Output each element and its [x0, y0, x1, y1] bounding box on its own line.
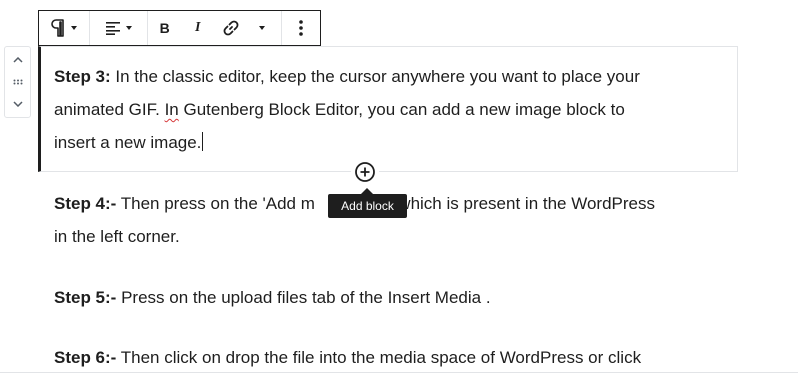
move-down-button[interactable]	[8, 95, 28, 113]
step-4-label: Step 4:-	[54, 194, 117, 213]
step-6-label: Step 6:-	[54, 348, 117, 367]
step-4-line2: in the left corner.	[54, 227, 180, 246]
more-formatting-dropdown[interactable]	[247, 11, 277, 45]
step-5-text: Press on the upload files tab of the Ins…	[116, 288, 491, 307]
link-icon	[223, 20, 239, 36]
step-4-text-b: ion which is present in the WordPress	[370, 194, 655, 213]
divider	[0, 372, 798, 373]
paragraph-icon	[51, 19, 65, 37]
chevron-up-icon	[12, 57, 23, 63]
step-3-line3: insert a new image.	[54, 133, 202, 152]
drag-handle[interactable]	[8, 73, 28, 91]
add-block-tooltip: Add block	[328, 188, 407, 218]
step-3-line2-pre: animated GIF.	[54, 100, 165, 119]
italic-icon: I	[194, 20, 201, 35]
bold-icon: B	[159, 20, 170, 36]
step-3-text: In the classic editor, keep the cursor a…	[110, 67, 640, 86]
paragraph-step-6[interactable]: Step 6:- Then click on drop the file int…	[54, 341, 641, 374]
drag-handle-icon	[13, 79, 22, 85]
step-3-line2-post: Gutenberg Block Editor, you can add a ne…	[178, 100, 625, 119]
chevron-down-icon	[71, 26, 78, 30]
block-mover	[4, 46, 31, 118]
block-type-switcher[interactable]	[39, 11, 89, 45]
chevron-down-icon	[12, 101, 23, 107]
options-group	[282, 11, 320, 45]
bold-button[interactable]: B	[148, 11, 181, 45]
block-type-group	[39, 11, 90, 45]
italic-button[interactable]: I	[181, 11, 214, 45]
paragraph-step-3[interactable]: Step 3: In the classic editor, keep the …	[54, 60, 640, 159]
chevron-down-icon	[259, 26, 266, 30]
block-toolbar: B I	[38, 10, 321, 46]
link-button[interactable]	[214, 11, 247, 45]
step-5-label: Step 5:-	[54, 288, 117, 307]
alignment-group	[90, 11, 149, 45]
text-cursor	[202, 132, 204, 151]
spellcheck-word: In	[164, 100, 179, 119]
formatting-group: B I	[148, 11, 283, 45]
more-vertical-icon	[299, 20, 303, 36]
more-options-button[interactable]	[282, 11, 320, 45]
plus-circle-icon	[355, 162, 375, 182]
step-6-text: Then click on drop the file into the med…	[116, 348, 642, 367]
align-left-icon	[105, 22, 120, 35]
chevron-down-icon	[125, 26, 132, 30]
move-up-button[interactable]	[8, 51, 28, 69]
step-3-label: Step 3:	[54, 67, 111, 86]
step-4-text-a: Then press on the 'Add m	[116, 194, 315, 213]
align-dropdown[interactable]	[90, 11, 148, 45]
paragraph-step-5[interactable]: Step 5:- Press on the upload files tab o…	[54, 281, 491, 314]
add-block-button[interactable]	[351, 158, 379, 186]
